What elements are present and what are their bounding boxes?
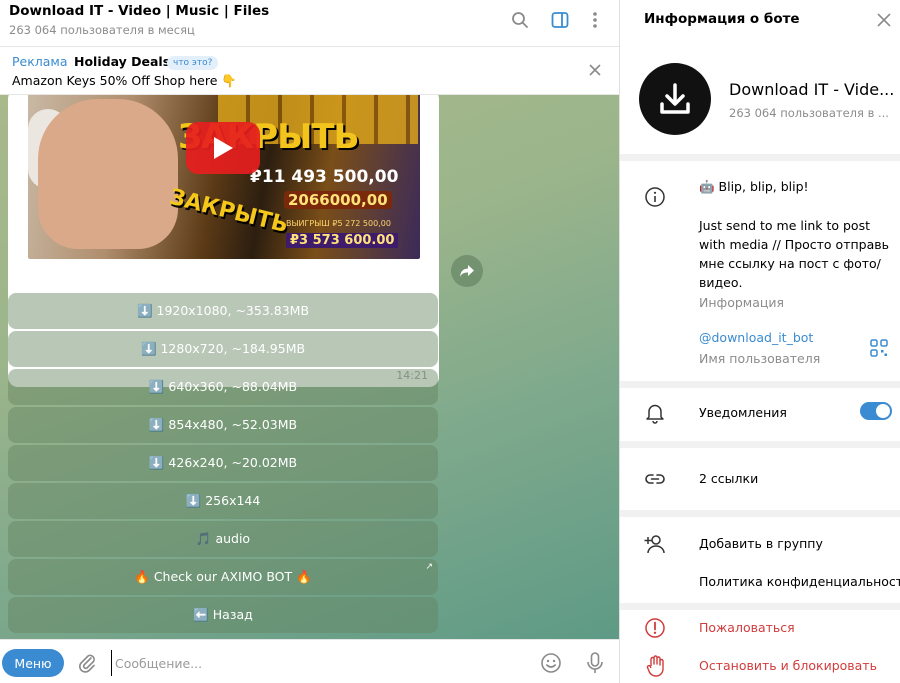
- bell-icon: [644, 402, 666, 424]
- video-thumbnail[interactable]: ЗАКРЫТЬ ₽11 493 500,00 2066000,00 ВЫИГРЫ…: [28, 95, 420, 259]
- report-item[interactable]: Пожаловаться: [699, 620, 795, 635]
- info-icon: [644, 186, 666, 208]
- divider: [620, 603, 900, 610]
- bot-button-label: ⬅️ Назад: [193, 607, 253, 622]
- message-input[interactable]: [111, 650, 521, 676]
- block-item[interactable]: Остановить и блокировать: [699, 658, 877, 673]
- bio-greeting: 🤖 Blip, blip, blip!: [699, 179, 809, 194]
- ad-text: Amazon Keys 50% Off Shop here 👇: [12, 73, 237, 88]
- bot-button[interactable]: ⬇️ 854x480, ~52.03MB: [8, 407, 438, 443]
- forward-button[interactable]: [451, 255, 483, 287]
- divider: [620, 510, 900, 517]
- divider: [620, 381, 900, 388]
- thumbnail-amount-1: ₽11 493 500,00: [250, 167, 399, 187]
- bot-subtitle: 263 064 пользователя в ...: [729, 106, 889, 120]
- play-icon: [214, 137, 233, 159]
- stop-hand-icon: [644, 655, 666, 677]
- bot-name: Download IT - Vide...: [729, 80, 895, 99]
- notifications-toggle[interactable]: [860, 402, 892, 420]
- report-icon: [644, 617, 666, 639]
- links-item[interactable]: 2 ссылки: [699, 471, 758, 486]
- bot-button-label: 🎵 audio: [195, 531, 251, 546]
- ad-what-is-it-button[interactable]: что это?: [167, 56, 219, 70]
- add-user-icon: [644, 533, 666, 555]
- columns-icon[interactable]: [550, 10, 570, 30]
- privacy-policy-item[interactable]: Политика конфиденциальност...: [699, 574, 900, 589]
- panel-title: Информация о боте: [644, 11, 800, 27]
- external-link-icon: ↗: [425, 562, 433, 572]
- notifications-label: Уведомления: [699, 405, 787, 420]
- add-to-group-item[interactable]: Добавить в группу: [699, 536, 823, 551]
- bot-button[interactable]: ⬇️ 1280x720, ~184.95MB: [8, 331, 438, 367]
- bot-button[interactable]: ⬇️ 640x360, ~88.04MB: [8, 369, 438, 405]
- divider: [620, 441, 900, 448]
- username-caption: Имя пользователя: [699, 351, 821, 366]
- bot-button-label: ⬇️ 1920x1080, ~353.83MB: [136, 303, 310, 318]
- bot-button-label: 🔥 Check our AXIMO BOT 🔥: [134, 569, 312, 584]
- emoji-icon[interactable]: [540, 652, 562, 674]
- bot-button[interactable]: 🔥 Check our AXIMO BOT 🔥 ↗: [8, 559, 438, 595]
- more-vertical-icon[interactable]: [585, 10, 605, 30]
- thumbnail-amount-3: ₽3 573 600.00: [286, 233, 399, 248]
- bot-button[interactable]: ⬅️ Назад: [8, 597, 438, 633]
- bot-info-panel: Информация о боте Download IT - Vide... …: [619, 0, 900, 683]
- bot-button[interactable]: 🎵 audio: [8, 521, 438, 557]
- message-composer: Меню: [0, 639, 619, 683]
- username-link[interactable]: @download_it_bot: [699, 330, 813, 345]
- chat-messages-area[interactable]: ЗАКРЫТЬ ₽11 493 500,00 2066000,00 ВЫИГРЫ…: [0, 95, 619, 639]
- face-graphic: [38, 99, 178, 249]
- play-button[interactable]: [186, 122, 260, 174]
- panel-close-icon[interactable]: [874, 10, 894, 30]
- ad-title: Holiday Deals: [74, 54, 171, 69]
- menu-button[interactable]: Меню: [2, 649, 64, 677]
- chat-title: Download IT - Video | Music | Files: [9, 3, 270, 19]
- sponsored-message-bar[interactable]: Реклама Holiday Deals что это? Amazon Ke…: [0, 47, 619, 95]
- ad-label: Реклама: [12, 54, 68, 69]
- bot-button[interactable]: ⬇️ 426x240, ~20.02MB: [8, 445, 438, 481]
- bot-button-label: ⬇️ 1280x720, ~184.95MB: [140, 341, 306, 356]
- thumbnail-overlay-small: ЗАКРЫТЬ: [166, 184, 291, 239]
- link-icon: [644, 468, 666, 490]
- bot-button-label: ⬇️ 256x144: [185, 493, 261, 508]
- bot-button[interactable]: ⬇️ 1920x1080, ~353.83MB: [8, 293, 438, 329]
- thumbnail-amount-2: 2066000,00: [284, 191, 392, 209]
- qr-code-icon[interactable]: [870, 339, 888, 357]
- forward-icon: [460, 265, 474, 277]
- attach-icon[interactable]: [76, 652, 98, 674]
- divider: [620, 154, 900, 161]
- microphone-icon[interactable]: [584, 651, 606, 675]
- bio-text: Just send to me link to post with media …: [699, 218, 889, 290]
- bot-button-label: ⬇️ 640x360, ~88.04MB: [148, 379, 298, 394]
- chat-column: Download IT - Video | Music | Files 263 …: [0, 0, 619, 683]
- ad-close-icon[interactable]: [585, 60, 605, 80]
- thumbnail-win-label: ВЫИГРЫШ ₽5 272 500,00: [286, 219, 391, 228]
- bot-button[interactable]: ⬇️ 256x144: [8, 483, 438, 519]
- chat-subtitle: 263 064 пользователя в месяц: [9, 23, 195, 37]
- bio-caption: Информация: [699, 295, 785, 310]
- chat-header[interactable]: Download IT - Video | Music | Files 263 …: [0, 0, 619, 47]
- search-icon[interactable]: [510, 10, 530, 30]
- bot-button-label: ⬇️ 426x240, ~20.02MB: [148, 455, 298, 470]
- download-icon: [660, 83, 690, 114]
- bot-button-label: ⬇️ 854x480, ~52.03MB: [148, 417, 298, 432]
- avatar[interactable]: [639, 63, 711, 135]
